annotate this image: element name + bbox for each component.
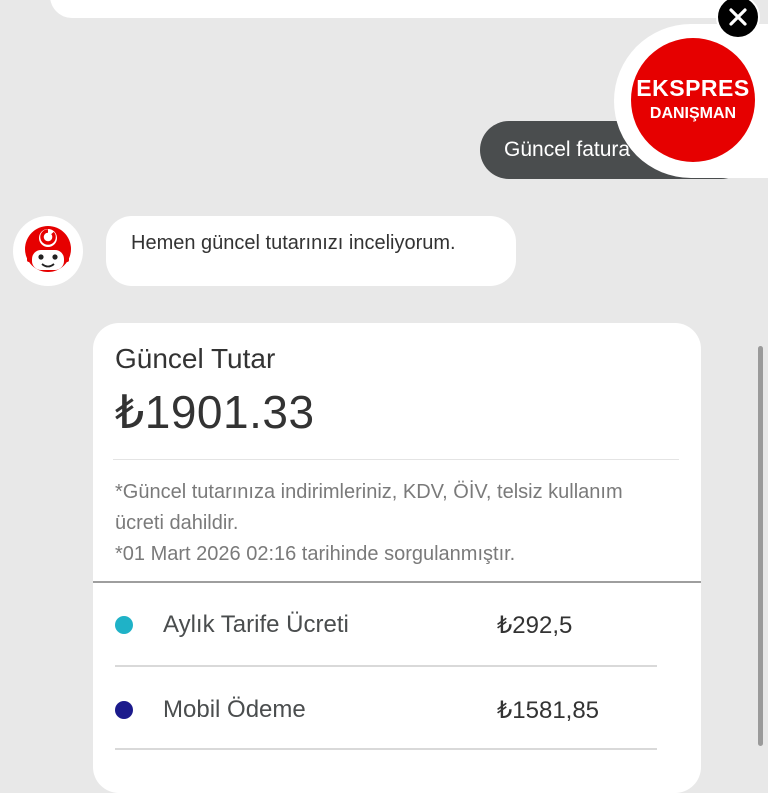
bot-message-text: Hemen güncel tutarınızı inceliyorum.: [131, 232, 456, 254]
previous-message-card: [50, 0, 740, 18]
bill-note: *Güncel tutarınıza indirimleriniz, KDV, …: [115, 477, 675, 570]
section-divider: [93, 581, 701, 583]
vodafone-robot-avatar-icon: [25, 226, 71, 272]
item-color-dot: [115, 701, 133, 719]
ekspres-subtitle: DANIŞMAN: [649, 105, 737, 122]
item-value: ₺292,5: [497, 612, 573, 639]
bot-message-bubble: Hemen güncel tutarınızı inceliyorum.: [106, 216, 516, 286]
ekspres-title: EKSPRES: [636, 75, 750, 101]
close-icon: [729, 8, 747, 26]
bill-title: Güncel Tutar: [115, 343, 276, 374]
bill-note-tax: *Güncel tutarınıza indirimleriniz, KDV, …: [115, 481, 623, 534]
bill-line-item: Aylık Tarife Ücreti ₺292,5: [93, 599, 701, 649]
scrollbar[interactable]: [758, 346, 763, 746]
ekspres-danisman-widget[interactable]: EKSPRES DANIŞMAN: [614, 24, 768, 178]
item-color-dot: [115, 616, 133, 634]
bot-avatar: [13, 216, 83, 286]
user-message-text: Güncel fatura: [504, 138, 631, 161]
current-bill-card: Güncel Tutar ₺1901.33 *Güncel tutarınıza…: [93, 323, 701, 793]
item-value: ₺1581,85: [497, 697, 600, 724]
bill-amount: ₺1901.33: [115, 386, 315, 438]
item-label: Mobil Ödeme: [163, 696, 306, 723]
bill-line-item: Mobil Ödeme ₺1581,85: [93, 684, 701, 734]
ekspres-danisman-button[interactable]: EKSPRES DANIŞMAN: [631, 38, 755, 162]
item-divider: [115, 748, 657, 750]
bill-note-query-date: *01 Mart 2026 02:16 tarihinde sorgulanmı…: [115, 543, 516, 565]
divider: [113, 459, 679, 460]
item-divider: [115, 665, 657, 667]
item-label: Aylık Tarife Ücreti: [163, 611, 349, 638]
